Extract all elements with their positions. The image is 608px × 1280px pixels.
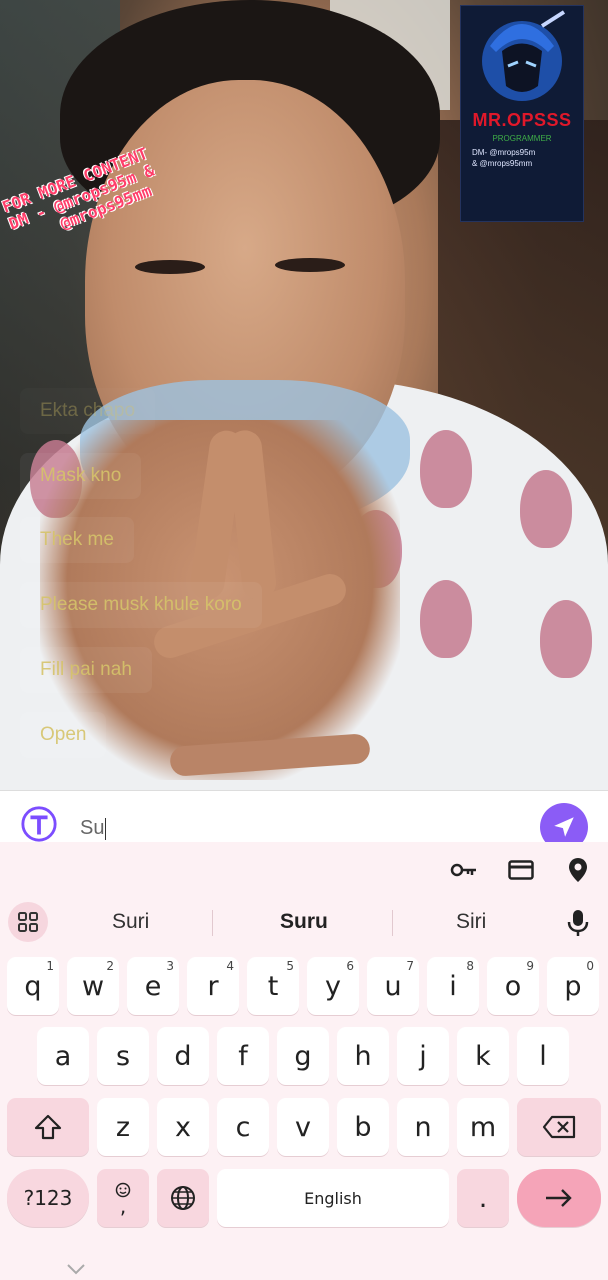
logo-dm-line: & @mrops95mm xyxy=(472,159,533,168)
key-v[interactable]: v xyxy=(277,1098,329,1156)
key-hint: 5 xyxy=(286,959,294,973)
mic-icon[interactable] xyxy=(565,908,591,943)
key-hint: 6 xyxy=(346,959,354,973)
arrow-right-icon xyxy=(546,1189,572,1207)
backspace-key[interactable] xyxy=(517,1098,601,1156)
globe-icon xyxy=(171,1186,195,1210)
key-label: q xyxy=(24,970,42,1002)
chat-message: Thek me xyxy=(20,517,134,563)
key-o[interactable]: o9 xyxy=(487,957,539,1015)
key-k[interactable]: k xyxy=(457,1027,509,1085)
eye xyxy=(275,258,345,272)
key-label: r xyxy=(207,970,219,1002)
key-i[interactable]: i8 xyxy=(427,957,479,1015)
key-label: e xyxy=(144,970,162,1002)
key-label: t xyxy=(267,970,279,1002)
key-label: y xyxy=(325,970,341,1002)
shirt-pattern xyxy=(420,430,472,508)
grid-button[interactable] xyxy=(8,902,48,942)
key-label: i xyxy=(449,970,457,1002)
chat-message: Ekta chapo xyxy=(20,388,155,434)
period-key[interactable]: . xyxy=(457,1169,509,1227)
shift-icon xyxy=(34,1114,62,1140)
key-n[interactable]: n xyxy=(397,1098,449,1156)
shirt-pattern xyxy=(540,600,592,678)
t-logo-icon[interactable] xyxy=(20,805,58,843)
space-key[interactable]: English xyxy=(217,1169,449,1227)
key-hint: 3 xyxy=(166,959,174,973)
key-label: w xyxy=(81,970,105,1002)
key-p[interactable]: p0 xyxy=(547,957,599,1015)
key-hint: 7 xyxy=(406,959,414,973)
shirt-pattern xyxy=(520,470,572,548)
location-icon[interactable] xyxy=(564,856,592,884)
key-c[interactable]: c xyxy=(217,1098,269,1156)
chat-message: Please musk khule koro xyxy=(20,582,262,628)
hacker-mascot-icon xyxy=(482,10,566,101)
chat-message: Mask kno xyxy=(20,453,142,499)
comment-input-value: Su xyxy=(80,817,105,839)
key-z[interactable]: z xyxy=(97,1098,149,1156)
suggestion[interactable]: Suri xyxy=(112,910,149,934)
key-r[interactable]: r4 xyxy=(187,957,239,1015)
logo-subtitle: PROGRAMMER xyxy=(492,134,552,143)
symbols-key[interactable]: ?123 xyxy=(7,1169,89,1227)
key-l[interactable]: l xyxy=(517,1027,569,1085)
logo-dm-info: DM- @mrops95m & @mrops95mm xyxy=(472,147,572,169)
key-b[interactable]: b xyxy=(337,1098,389,1156)
comment-input[interactable]: Su xyxy=(80,817,107,840)
key-s[interactable]: s xyxy=(97,1027,149,1085)
chat-message: Fill pai nah xyxy=(20,647,152,693)
key-e[interactable]: e3 xyxy=(127,957,179,1015)
suggestion[interactable]: Siri xyxy=(456,910,486,934)
suggestion-strip: Suri Suru Siri xyxy=(0,898,608,948)
emoji-comma-key[interactable]: , xyxy=(97,1169,149,1227)
key-hint: 1 xyxy=(46,959,54,973)
key-y[interactable]: y6 xyxy=(307,957,359,1015)
send-icon xyxy=(554,817,574,837)
chevron-down-icon[interactable] xyxy=(66,1262,86,1278)
channel-logo: MR.OPSSS PROGRAMMER DM- @mrops95m & @mro… xyxy=(460,5,584,222)
key-hint: 2 xyxy=(106,959,114,973)
key-q[interactable]: q1 xyxy=(7,957,59,1015)
comma-label: , xyxy=(119,1194,127,1218)
eye xyxy=(135,260,205,274)
chat-message: Open xyxy=(20,712,107,758)
language-key[interactable] xyxy=(157,1169,209,1227)
key-h[interactable]: h xyxy=(337,1027,389,1085)
comment-input-bar: Su xyxy=(0,790,608,851)
key-j[interactable]: j xyxy=(397,1027,449,1085)
key-m[interactable]: m xyxy=(457,1098,509,1156)
key-u[interactable]: u7 xyxy=(367,957,419,1015)
suggestion[interactable]: Suru xyxy=(280,910,328,934)
keyboard-toolbar xyxy=(0,842,608,894)
key-g[interactable]: g xyxy=(277,1027,329,1085)
shirt-pattern xyxy=(420,580,472,658)
logo-dm-line: DM- @mrops95m xyxy=(472,148,536,157)
soft-keyboard: Suri Suru Siri q1 w2 e3 r4 t5 y6 u7 i8 o… xyxy=(0,842,608,1280)
backspace-icon xyxy=(542,1115,576,1139)
suggestion-divider xyxy=(212,910,213,936)
key-f[interactable]: f xyxy=(217,1027,269,1085)
key-hint: 9 xyxy=(526,959,534,973)
key-x[interactable]: x xyxy=(157,1098,209,1156)
enter-key[interactable] xyxy=(517,1169,601,1227)
key-d[interactable]: d xyxy=(157,1027,209,1085)
key-w[interactable]: w2 xyxy=(67,957,119,1015)
grid-icon xyxy=(18,912,38,932)
key-hint: 0 xyxy=(586,959,594,973)
key-a[interactable]: a xyxy=(37,1027,89,1085)
key-icon[interactable] xyxy=(450,856,478,884)
text-caret xyxy=(105,817,107,840)
key-label: u xyxy=(384,970,402,1002)
key-hint: 8 xyxy=(466,959,474,973)
key-t[interactable]: t5 xyxy=(247,957,299,1015)
card-icon[interactable] xyxy=(507,856,535,884)
suggestion-divider xyxy=(392,910,393,936)
key-hint: 4 xyxy=(226,959,234,973)
logo-title: MR.OPSSS xyxy=(472,110,572,130)
key-label: p xyxy=(564,970,582,1002)
shift-key[interactable] xyxy=(7,1098,89,1156)
key-label: o xyxy=(504,970,522,1002)
